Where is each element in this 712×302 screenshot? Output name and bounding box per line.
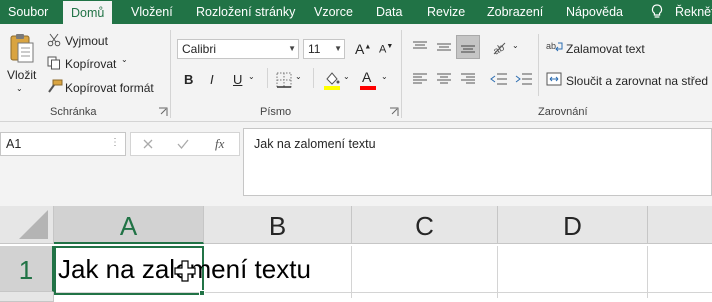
copy-dropdown-chevron-icon[interactable]: ⌄	[121, 55, 128, 64]
grow-font-button[interactable]: A▲	[355, 41, 371, 57]
scissors-icon	[47, 33, 61, 47]
group-separator	[170, 30, 171, 118]
copy-icon	[47, 56, 60, 70]
orientation-icon[interactable]: ab	[490, 38, 508, 56]
cancel-icon[interactable]	[143, 139, 153, 149]
formula-input[interactable]: Jak na zalomení textu	[243, 128, 712, 196]
borders-icon[interactable]	[276, 72, 292, 88]
formula-buttons: fx	[130, 132, 240, 156]
enter-check-icon[interactable]	[177, 139, 189, 149]
font-size-value: 11	[308, 42, 321, 56]
clipboard-group-label: Schránka	[50, 106, 97, 118]
group-separator	[401, 30, 402, 118]
clipboard-launcher-icon[interactable]	[158, 107, 168, 117]
chevron-down-icon: ▼	[288, 44, 296, 53]
shrink-font-button[interactable]: A▼	[379, 43, 393, 56]
tab-revize[interactable]: Revize	[427, 0, 465, 24]
tab-napoveda[interactable]: Nápověda	[566, 0, 623, 24]
ribbon-home: Vložit ⌄ Vyjmout Kopírovat ⌄ Kopírovat f…	[0, 24, 712, 122]
column-header-a[interactable]: A	[54, 206, 204, 244]
font-name-value: Calibri	[182, 42, 217, 56]
wrap-text-icon: ab	[546, 41, 563, 52]
select-all-corner[interactable]	[0, 206, 54, 244]
ribbon-tab-bar: Soubor Domů Vložení Rozložení stránky Vz…	[0, 0, 712, 24]
underline-dropdown-chevron-icon[interactable]: ⌄	[248, 72, 255, 81]
column-header-b[interactable]: B	[204, 206, 352, 244]
font-color-button[interactable]: A	[362, 69, 371, 85]
orientation-dropdown-chevron-icon[interactable]: ⌄	[512, 41, 519, 50]
align-bottom-button[interactable]	[456, 35, 480, 59]
column-header-c[interactable]: C	[352, 206, 498, 244]
row-header-1[interactable]: 1	[0, 246, 54, 292]
column-header-d[interactable]: D	[498, 206, 648, 244]
paste-icon[interactable]	[8, 32, 36, 64]
tab-zobrazeni[interactable]: Zobrazení	[487, 0, 543, 24]
tab-soubor[interactable]: Soubor	[8, 0, 48, 24]
tab-vzorce[interactable]: Vzorce	[314, 0, 353, 24]
bold-button[interactable]: B	[184, 72, 193, 87]
paste-button[interactable]: Vložit	[7, 68, 36, 82]
row-header-2[interactable]	[0, 292, 54, 302]
tab-reknete[interactable]: Řekněte	[675, 0, 712, 24]
font-color-swatch	[360, 86, 376, 90]
align-middle-icon[interactable]	[436, 40, 452, 54]
font-color-dropdown-chevron-icon[interactable]: ⌄	[381, 72, 388, 81]
name-box-dropdown-icon[interactable]: ⋮	[110, 137, 120, 148]
underline-button[interactable]: U	[233, 72, 242, 87]
svg-text:ab: ab	[546, 41, 556, 51]
align-top-icon[interactable]	[412, 40, 428, 54]
alignment-group-label: Zarovnání	[538, 106, 588, 118]
gridline	[647, 246, 648, 298]
wrap-text-button[interactable]: Zalamovat text	[566, 42, 645, 56]
chevron-down-icon: ▼	[334, 44, 342, 53]
font-name-combobox[interactable]: Calibri ▼	[177, 39, 299, 59]
formula-content: Jak na zalomení textu	[254, 137, 376, 151]
font-size-combobox[interactable]: 11 ▼	[303, 39, 345, 59]
font-launcher-icon[interactable]	[389, 107, 399, 117]
format-painter-icon	[48, 79, 63, 93]
align-bottom-icon	[461, 45, 475, 53]
copy-button[interactable]: Kopírovat	[65, 57, 116, 71]
select-all-triangle-icon	[19, 210, 48, 239]
italic-button[interactable]: I	[210, 72, 214, 87]
group-separator	[313, 68, 314, 88]
decrease-indent-icon[interactable]	[490, 72, 508, 86]
align-right-icon[interactable]	[460, 72, 476, 86]
name-box-value: A1	[6, 137, 22, 151]
borders-dropdown-chevron-icon[interactable]: ⌄	[295, 72, 302, 81]
tab-vlozeni[interactable]: Vložení	[131, 0, 173, 24]
cut-button[interactable]: Vyjmout	[65, 34, 108, 48]
merge-center-button[interactable]: Sloučit a zarovnat na střed	[566, 74, 708, 88]
paste-dropdown-chevron-icon[interactable]: ⌄	[16, 84, 23, 93]
merge-center-icon	[546, 72, 562, 86]
fill-color-dropdown-chevron-icon[interactable]: ⌄	[343, 72, 350, 81]
column-header-e[interactable]	[648, 206, 712, 244]
name-box[interactable]: A1	[0, 132, 126, 156]
tab-data[interactable]: Data	[376, 0, 402, 24]
fill-color-icon[interactable]	[323, 70, 341, 90]
gridline	[351, 246, 352, 298]
tab-rozlozeni-stranky[interactable]: Rozložení stránky	[196, 0, 295, 24]
fill-handle[interactable]	[199, 290, 205, 296]
group-separator	[538, 34, 539, 96]
increase-indent-icon[interactable]	[515, 72, 533, 86]
cell-cursor-icon	[174, 260, 196, 282]
lightbulb-icon	[651, 4, 663, 18]
tab-domu[interactable]: Domů	[63, 1, 113, 24]
align-left-icon[interactable]	[412, 72, 428, 86]
font-group-label: Písmo	[260, 106, 292, 118]
format-painter-button[interactable]: Kopírovat formát	[65, 81, 154, 95]
align-center-icon[interactable]	[436, 72, 452, 86]
group-separator	[267, 68, 268, 88]
grow-font-icon: A	[355, 41, 365, 57]
insert-function-button[interactable]: fx	[215, 136, 224, 152]
formula-bar: A1 ⋮ fx Jak na zalomení textu	[0, 122, 712, 206]
gridline	[497, 246, 498, 298]
